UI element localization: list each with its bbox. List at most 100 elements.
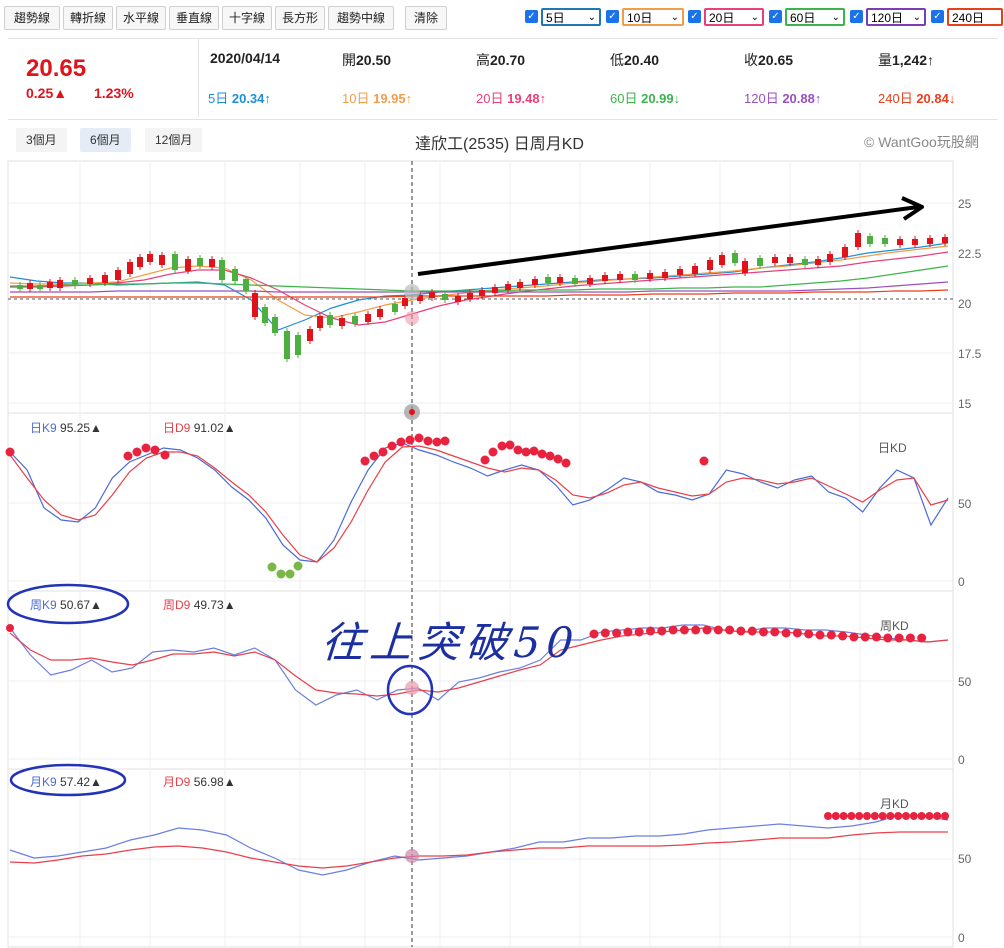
week-kd-signal-dot xyxy=(804,629,814,639)
crosshair-marker xyxy=(409,409,415,415)
month-kd-signal-dot xyxy=(941,812,949,820)
day-kd-signal-dot xyxy=(293,561,303,571)
week-kd-signal-dot xyxy=(713,625,723,635)
month-k-line xyxy=(9,814,949,876)
month-kd-tick-50: 50 xyxy=(958,852,972,866)
week-kd-signal-dot xyxy=(860,632,870,642)
price-tick-20: 20 xyxy=(958,297,972,311)
week-kd-tick-50: 50 xyxy=(958,675,972,689)
day-kd-tick-0: 0 xyxy=(958,575,965,589)
month-d-line xyxy=(9,831,948,869)
candle-body xyxy=(339,318,345,326)
candle-body xyxy=(757,258,763,266)
month-d-label: 月D9 56.98▲ xyxy=(163,775,236,789)
week-kd-signal-dot xyxy=(634,627,644,637)
candle-body xyxy=(772,257,778,263)
candle-body xyxy=(927,238,933,244)
week-kd-tick-0: 0 xyxy=(958,753,965,767)
month-kd-tick-0: 0 xyxy=(958,931,965,945)
candle-body xyxy=(802,259,808,265)
candle-body xyxy=(632,274,638,280)
day-kd-signal-dot xyxy=(529,446,539,456)
month-k-label: 月K9 57.42▲ xyxy=(30,775,102,789)
day-kd-name: 日KD xyxy=(878,441,907,455)
candle-body xyxy=(27,283,33,289)
candle-body xyxy=(327,315,333,325)
day-kd-signal-dot xyxy=(414,433,424,443)
candle-body xyxy=(272,317,278,333)
day-kd-signal-dot xyxy=(521,447,531,457)
candle-body xyxy=(137,257,143,267)
candle-body xyxy=(855,233,861,247)
price-tick-15: 15 xyxy=(958,397,972,411)
month-kd-signal-dot xyxy=(855,812,864,820)
month-kd-signal-dot xyxy=(878,812,887,820)
candle-body xyxy=(127,262,133,274)
candle-body xyxy=(557,277,563,283)
day-kd-signal-dot xyxy=(505,440,515,450)
candle-body xyxy=(912,239,918,245)
day-kd-signal-dot xyxy=(387,441,397,451)
month-kd-signal-dot xyxy=(824,812,832,820)
candle-body xyxy=(185,259,191,271)
candle-body xyxy=(402,298,408,306)
week-d-label: 周D9 49.73▲ xyxy=(163,598,236,612)
candle-body xyxy=(17,285,23,289)
price-tick-17.5: 17.5 xyxy=(958,347,982,361)
day-d-line xyxy=(9,445,949,563)
week-kd-signal-dot xyxy=(623,627,633,637)
candle-body xyxy=(209,259,215,267)
week-kd-signal-dot xyxy=(668,625,678,635)
month-kd-signal-dot xyxy=(886,812,895,820)
week-kd-signal-dot xyxy=(849,632,859,642)
day-kd-signal-dot xyxy=(497,441,507,451)
candle-body xyxy=(115,270,121,280)
candle-body xyxy=(243,279,249,291)
week-kd-signal-dot xyxy=(792,628,802,638)
candle-body xyxy=(147,254,153,262)
candle-body xyxy=(787,257,793,263)
day-kd-signal-dot xyxy=(440,436,450,446)
week-kd-signal-dot xyxy=(838,631,848,641)
week-kd-signal-dot xyxy=(589,629,599,639)
day-kd-signal-dot xyxy=(537,449,547,459)
week-kd-signal-dot xyxy=(725,625,735,635)
price-tick-25: 25 xyxy=(958,197,972,211)
day-kd-signal-dot xyxy=(267,562,277,572)
day-kd-tick-50: 50 xyxy=(958,497,972,511)
candle-body xyxy=(442,294,448,300)
day-kd-signal-dot xyxy=(553,454,563,464)
candle-body xyxy=(882,238,888,244)
week-k-label: 周K9 50.67▲ xyxy=(30,598,102,612)
week-kd-signal-dot xyxy=(770,627,780,637)
day-kd-signal-dot xyxy=(378,447,388,457)
day-k-label: 日K9 95.25▲ xyxy=(30,421,102,435)
candle-body xyxy=(317,316,323,328)
candle-body xyxy=(842,247,848,257)
price-tick-22.5: 22.5 xyxy=(958,247,982,261)
week-kd-name: 周KD xyxy=(880,619,909,633)
candle-body xyxy=(867,236,873,244)
week-kd-signal-dot xyxy=(646,626,655,636)
day-d-label: 日D9 91.02▲ xyxy=(163,421,236,435)
day-kd-signal-dot xyxy=(285,569,295,579)
candle-body xyxy=(307,329,313,341)
candle-body xyxy=(159,255,165,265)
candle-body xyxy=(587,278,593,284)
candle-body xyxy=(57,280,63,288)
chart-canvas[interactable] xyxy=(0,0,1004,948)
day-kd-signal-dot xyxy=(123,451,133,461)
candle-body xyxy=(647,273,653,279)
day-kd-signal-dot xyxy=(405,435,415,445)
month-kd-signal-dot xyxy=(902,812,910,820)
week-kd-signal-dot xyxy=(657,626,667,636)
candle-body xyxy=(662,272,668,278)
candle-body xyxy=(897,239,903,245)
candle-body xyxy=(732,253,738,263)
candle-body xyxy=(365,314,371,322)
candle-body xyxy=(505,284,511,290)
week-kd-signal-dot xyxy=(747,626,757,636)
day-kd-signal-dot xyxy=(150,445,160,455)
week-kd-signal-dot xyxy=(905,633,915,643)
candle-body xyxy=(37,285,43,289)
